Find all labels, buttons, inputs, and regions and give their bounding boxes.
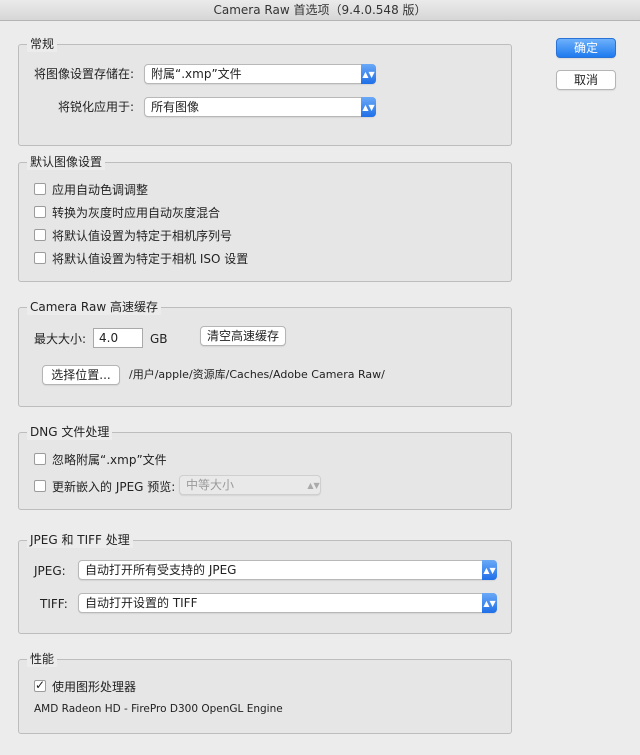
- jpeg-handling-value: 自动打开所有受支持的 JPEG: [85, 563, 237, 577]
- checkbox[interactable]: [34, 252, 46, 264]
- chevron-up-down-icon: ▲▼: [482, 560, 497, 580]
- checkbox[interactable]: [34, 183, 46, 195]
- cache-path: /用户/apple/资源库/Caches/Adobe Camera Raw/: [129, 368, 385, 381]
- sharpen-label: 将锐化应用于:: [58, 100, 135, 114]
- save-settings-value: 附属“.xmp”文件: [151, 67, 242, 81]
- preview-size-select[interactable]: 中等大小 ▲▼: [179, 475, 321, 495]
- jpeg-label: JPEG:: [34, 564, 66, 578]
- purge-cache-button[interactable]: 清空高速缓存: [200, 326, 286, 346]
- checkbox[interactable]: [34, 480, 46, 492]
- camera-serial-checkbox-row[interactable]: 将默认值设置为特定于相机序列号: [34, 227, 232, 243]
- tiff-handling-select[interactable]: 自动打开设置的 TIFF ▲▼: [78, 593, 497, 613]
- save-settings-select[interactable]: 附属“.xmp”文件 ▲▼: [144, 64, 376, 84]
- auto-grayscale-checkbox-row[interactable]: 转换为灰度时应用自动灰度混合: [34, 204, 220, 220]
- auto-tone-checkbox-row[interactable]: 应用自动色调调整: [34, 181, 148, 197]
- chevron-up-down-icon: ▲▼: [307, 480, 320, 490]
- update-jpeg-checkbox-row[interactable]: 更新嵌入的 JPEG 预览:: [34, 478, 175, 494]
- performance-legend: 性能: [27, 651, 58, 667]
- checkbox-label: 更新嵌入的 JPEG 预览:: [52, 479, 176, 494]
- checkbox-label: 应用自动色调调整: [52, 182, 149, 197]
- gpu-checkbox-row[interactable]: 使用图形处理器: [34, 678, 136, 694]
- size-unit: GB: [150, 332, 168, 346]
- camera-iso-checkbox-row[interactable]: 将默认值设置为特定于相机 ISO 设置: [34, 250, 248, 266]
- ok-button[interactable]: 确定: [556, 38, 616, 58]
- chevron-up-down-icon: ▲▼: [482, 593, 497, 613]
- checkbox-label: 使用图形处理器: [52, 679, 137, 694]
- checkbox-checked[interactable]: [34, 678, 46, 692]
- sharpen-value: 所有图像: [151, 100, 200, 114]
- jpeg-tiff-group: JPEG 和 TIFF 处理 JPEG: 自动打开所有受支持的 JPEG ▲▼ …: [18, 532, 512, 634]
- general-group: 常规 将图像设置存储在: 附属“.xmp”文件 ▲▼ 将锐化应用于: 所有图像 …: [18, 36, 512, 146]
- defaults-group: 默认图像设置 应用自动色调调整 转换为灰度时应用自动灰度混合 将默认值设置为特定…: [18, 154, 512, 282]
- general-legend: 常规: [27, 36, 58, 52]
- preview-size-value: 中等大小: [186, 478, 235, 492]
- max-size-input[interactable]: 4.0: [93, 328, 143, 348]
- dng-group: DNG 文件处理 忽略附属“.xmp”文件 更新嵌入的 JPEG 预览: 中等大…: [18, 424, 512, 510]
- jpeg-tiff-legend: JPEG 和 TIFF 处理: [27, 532, 133, 548]
- checkbox[interactable]: [34, 229, 46, 241]
- tiff-label: TIFF:: [40, 597, 68, 611]
- select-location-button[interactable]: 选择位置...: [42, 365, 120, 385]
- performance-group: 性能 使用图形处理器 AMD Radeon HD - FirePro D300 …: [18, 651, 512, 734]
- checkbox[interactable]: [34, 206, 46, 218]
- gpu-name: AMD Radeon HD - FirePro D300 OpenGL Engi…: [34, 703, 283, 715]
- tiff-handling-value: 自动打开设置的 TIFF: [85, 596, 198, 610]
- save-settings-label: 将图像设置存储在:: [34, 67, 135, 81]
- cache-group: Camera Raw 高速缓存 最大大小: 4.0 GB 清空高速缓存 选择位置…: [18, 299, 512, 407]
- checkbox-label: 将默认值设置为特定于相机序列号: [52, 228, 233, 243]
- window-title: Camera Raw 首选项（9.4.0.548 版）: [0, 0, 640, 21]
- dng-legend: DNG 文件处理: [27, 424, 113, 440]
- cancel-button[interactable]: 取消: [556, 70, 616, 90]
- chevron-up-down-icon: ▲▼: [361, 97, 376, 117]
- jpeg-handling-select[interactable]: 自动打开所有受支持的 JPEG ▲▼: [78, 560, 497, 580]
- chevron-up-down-icon: ▲▼: [361, 64, 376, 84]
- cache-legend: Camera Raw 高速缓存: [27, 299, 161, 315]
- checkbox-label: 将默认值设置为特定于相机 ISO 设置: [52, 251, 249, 266]
- ignore-xmp-checkbox-row[interactable]: 忽略附属“.xmp”文件: [34, 451, 167, 467]
- defaults-legend: 默认图像设置: [27, 154, 106, 170]
- max-size-label: 最大大小:: [34, 332, 87, 346]
- checkbox[interactable]: [34, 453, 46, 465]
- checkbox-label: 转换为灰度时应用自动灰度混合: [52, 205, 221, 220]
- sharpen-select[interactable]: 所有图像 ▲▼: [144, 97, 376, 117]
- checkbox-label: 忽略附属“.xmp”文件: [52, 452, 167, 467]
